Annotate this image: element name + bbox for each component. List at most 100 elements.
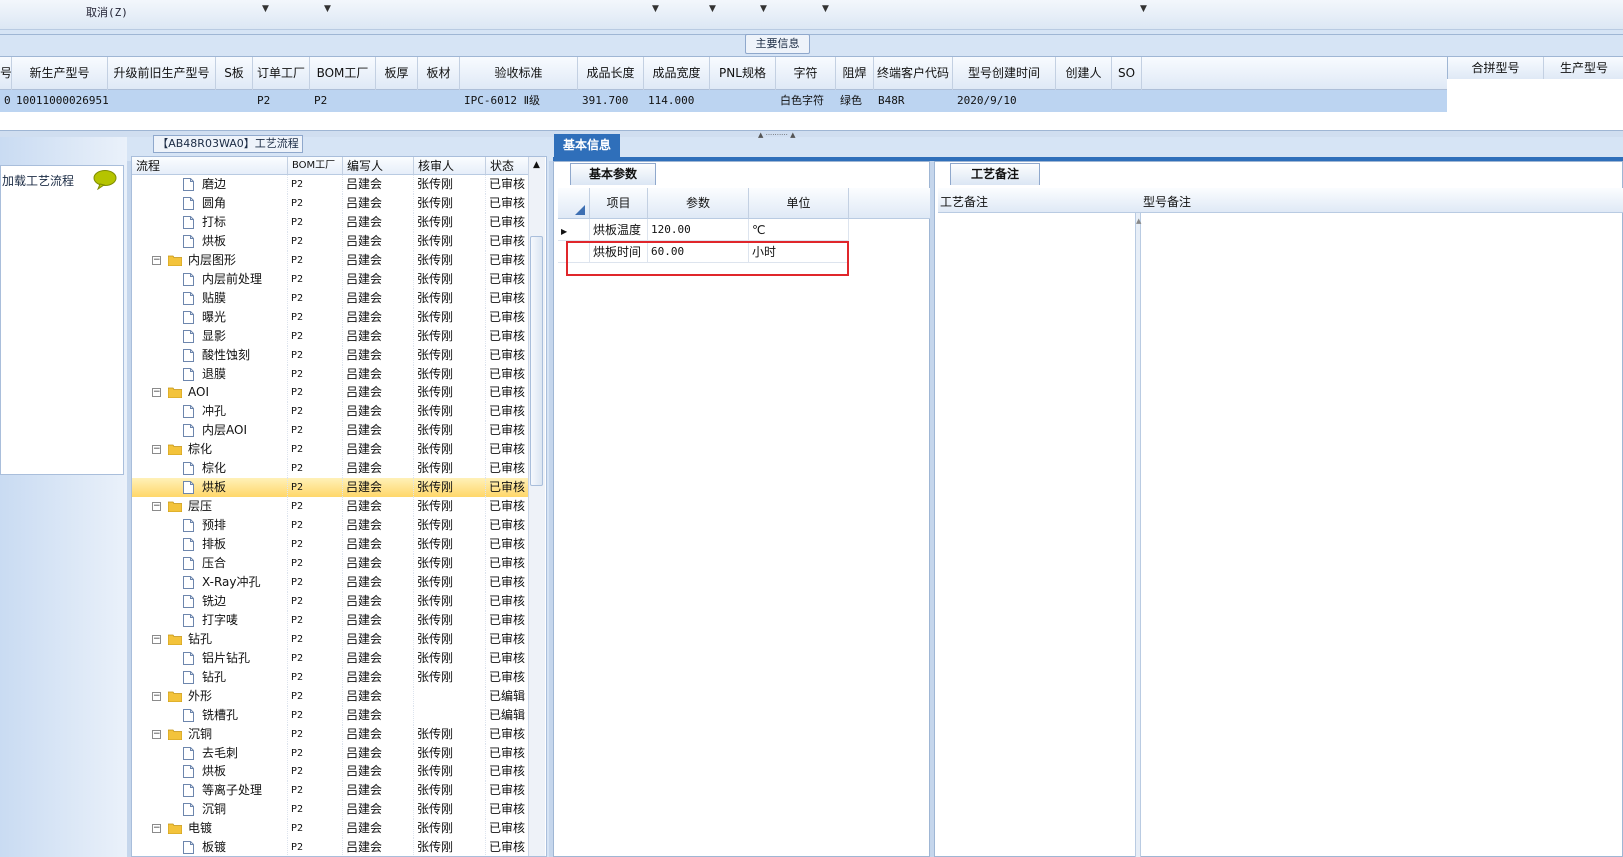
tree-folder-row[interactable]: − 电镀 P2 吕建会 张传刚 已审核 [132,819,530,839]
scroll-up-icon[interactable]: ▲ [1136,217,1141,225]
tree-folder-row[interactable]: − 沉铜 P2 吕建会 张传刚 已审核 [132,724,530,744]
tree-folder-row[interactable]: − AOI P2 吕建会 张传刚 已审核 [132,383,530,403]
main-header-cell[interactable]: PNL规格 [710,57,776,90]
tree-header-status[interactable]: 状态 [486,157,530,175]
tree-node-row[interactable]: 铣槽孔 P2 吕建会 已编辑 [132,705,530,725]
collapse-icon[interactable]: − [152,445,161,455]
tree-node-row[interactable]: 贴膜 P2 吕建会 张传刚 已审核 [132,288,530,308]
main-header-cell[interactable]: 升级前旧生产型号 [108,57,216,90]
main-row-cell[interactable] [220,90,253,112]
tree-node-row[interactable]: 冲孔 P2 吕建会 张传刚 已审核 [132,402,530,422]
main-header-cell[interactable]: 成品长度 [578,57,644,90]
tree-folder-row[interactable]: − 外形 P2 吕建会 已编辑 [132,686,530,706]
tree-node-row[interactable]: 等离子处理 P2 吕建会 张传刚 已审核 [132,781,530,801]
tree-node-row[interactable]: 内层前处理 P2 吕建会 张传刚 已审核 [132,269,530,289]
main-row-cell[interactable] [1060,90,1112,112]
tree-node-row[interactable]: 酸性蚀刻 P2 吕建会 张传刚 已审核 [132,345,530,365]
main-header-cell[interactable]: 型号创建时间 [953,57,1056,90]
tree-node-row[interactable]: 磨边 P2 吕建会 张传刚 已审核 [132,175,530,194]
tree-header-reviewer[interactable]: 核审人 [414,157,486,175]
tree-node-row[interactable]: 压合 P2 吕建会 张传刚 已审核 [132,554,530,573]
tree-node-row[interactable]: 显影 P2 吕建会 张传刚 已审核 [132,326,530,346]
main-row-cell[interactable]: 10011000026951 [16,90,109,112]
main-info-selected-row[interactable]: 0 10011000026951 P2 P2 IPC-6012 Ⅱ级 391.700 114… [0,90,1447,112]
tree-node-row[interactable]: 烘板 P2 吕建会 张传刚 已审核 [132,478,530,498]
main-row-cell[interactable]: 绿色 [840,90,874,112]
tree-node-row[interactable]: 板镀 P2 吕建会 张传刚 已审核 [132,838,530,856]
tab-basic-info[interactable]: 基本信息 [554,134,620,157]
main-header-cell[interactable]: 字符 [776,57,836,90]
tree-node-row[interactable]: 棕化 P2 吕建会 张传刚 已审核 [132,459,530,479]
tree-node-row[interactable]: 铣边 P2 吕建会 张传刚 已审核 [132,591,530,611]
tree-node-row[interactable]: 烘板 P2 吕建会 张传刚 已审核 [132,231,530,251]
main-row-cell[interactable] [380,90,418,112]
tree-folder-row[interactable]: − 棕化 P2 吕建会 张传刚 已审核 [132,440,530,460]
collapse-icon[interactable]: − [152,388,161,398]
cancel-button[interactable]: 取消(Z) [80,4,134,20]
tree-node-row[interactable]: 打字唛 P2 吕建会 张传刚 已审核 [132,610,530,630]
main-row-cell[interactable] [1116,90,1142,112]
chevron-down-icon[interactable]: ▼ [822,4,829,14]
collapse-icon[interactable]: − [152,824,161,834]
tree-node-row[interactable]: 内层AOI P2 吕建会 张传刚 已审核 [132,421,530,441]
tree-node-row[interactable]: 退膜 P2 吕建会 张传刚 已审核 [132,364,530,384]
param-corner[interactable] [558,188,590,219]
header-merge-model[interactable]: 合拼型号 [1448,57,1544,79]
tree-header-flow[interactable]: 流程 [132,157,288,175]
param-header-item[interactable]: 项目 [590,188,648,219]
main-row-cell[interactable]: P2 [257,90,310,112]
tree-node-row[interactable]: 预排 P2 吕建会 张传刚 已审核 [132,516,530,536]
main-header-cell[interactable]: 号 [0,57,12,90]
main-row-cell[interactable]: 0 [4,90,12,112]
chevron-down-icon[interactable]: ▼ [709,4,716,14]
main-row-cell[interactable]: 114.000 [648,90,710,112]
tree-node-row[interactable]: 去毛刺 P2 吕建会 张传刚 已审核 [132,743,530,763]
chevron-down-icon[interactable]: ▼ [652,4,659,14]
main-row-cell[interactable]: 2020/9/10 [957,90,1056,112]
row-indicator[interactable]: ▶ [558,219,590,241]
scroll-up-icon[interactable]: ▲ [530,160,543,172]
chevron-down-icon[interactable]: ▼ [760,4,767,14]
main-row-cell[interactable]: B48R [878,90,953,112]
tree-node-row[interactable]: 铝片钻孔 P2 吕建会 张传刚 已审核 [132,648,530,668]
main-row-cell[interactable]: P2 [314,90,376,112]
main-row-cell[interactable]: IPC-6012 Ⅱ级 [464,90,578,112]
remarks-column-divider[interactable]: ▲ [1135,213,1141,857]
tree-node-row[interactable]: 曝光 P2 吕建会 张传刚 已审核 [132,307,530,327]
tree-header-writer[interactable]: 编写人 [343,157,414,175]
main-header-cell[interactable]: 成品宽度 [644,57,710,90]
collapse-icon[interactable]: − [152,502,161,512]
tree-node-row[interactable]: 烘板 P2 吕建会 张传刚 已审核 [132,762,530,782]
main-header-cell[interactable]: 订单工厂 [253,57,310,90]
tree-folder-row[interactable]: − 钻孔 P2 吕建会 张传刚 已审核 [132,629,530,649]
speech-bubble-icon[interactable] [93,170,117,190]
main-row-cell[interactable]: 白色字符 [780,90,836,112]
param-cell-item[interactable]: 烘板温度 [590,219,648,241]
header-production-model[interactable]: 生产型号 [1544,57,1623,79]
chevron-down-icon[interactable]: ▼ [262,4,269,14]
header-model-remark[interactable]: 型号备注 [1143,193,1191,210]
main-header-cell[interactable]: 创建人 [1056,57,1112,90]
main-header-cell[interactable]: 阻焊 [836,57,874,90]
param-header-unit[interactable]: 单位 [749,188,849,219]
main-header-cell[interactable]: 板材 [418,57,460,90]
main-row-cell[interactable] [112,90,216,112]
collapse-icon[interactable]: − [152,255,161,265]
main-header-cell[interactable]: BOM工厂 [310,57,376,90]
main-info-title[interactable]: 主要信息 [745,34,810,54]
main-row-cell[interactable]: 391.700 [582,90,644,112]
tree-node-row[interactable]: 圆角 P2 吕建会 张传刚 已审核 [132,193,530,213]
chevron-down-icon[interactable]: ▼ [324,4,331,14]
tree-node-row[interactable]: 沉铜 P2 吕建会 张传刚 已审核 [132,800,530,820]
main-header-cell[interactable]: S板 [216,57,253,90]
header-process-remark[interactable]: 工艺备注 [940,193,988,210]
main-header-cell[interactable]: 终端客户代码 [874,57,953,90]
tree-node-row[interactable]: 钻孔 P2 吕建会 张传刚 已审核 [132,667,530,687]
chevron-down-icon[interactable]: ▼ [1140,4,1147,14]
tree-node-row[interactable]: X-Ray冲孔 P2 吕建会 张传刚 已审核 [132,572,530,592]
param-cell-value[interactable]: 120.00 [648,219,749,241]
tree-folder-row[interactable]: − 层压 P2 吕建会 张传刚 已审核 [132,497,530,517]
main-row-cell[interactable] [714,90,776,112]
collapse-icon[interactable]: − [152,634,161,644]
main-header-cell[interactable]: SO [1112,57,1142,90]
